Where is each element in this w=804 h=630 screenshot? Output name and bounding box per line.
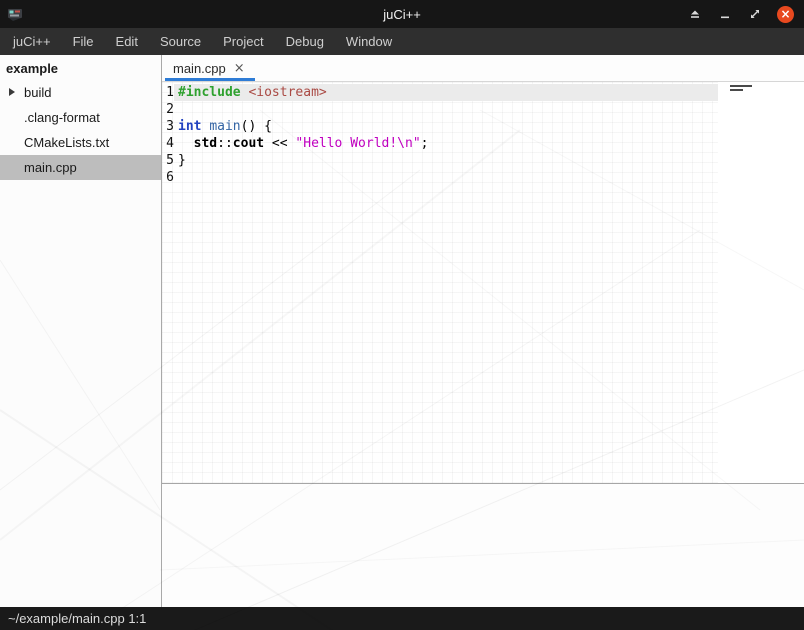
minimap-line (730, 85, 752, 87)
code-text: std::cout << "Hello World!\n"; (174, 135, 718, 152)
line-number: 3 (162, 118, 174, 135)
tree-items: build .clang-format CMakeLists.txt main.cpp (0, 80, 161, 180)
tree-item-label: main.cpp (24, 160, 77, 175)
menu-item-file[interactable]: File (62, 29, 105, 54)
tree-item-build[interactable]: build (0, 80, 161, 105)
tab-close-icon[interactable]: × (234, 62, 245, 75)
code-text (174, 101, 718, 118)
close-icon: × (780, 8, 790, 20)
line-number: 6 (162, 169, 174, 186)
code-editor[interactable]: 1#include <iostream>23int main() {4 std:… (162, 82, 804, 483)
line-number: 1 (162, 84, 174, 101)
tree-item-clang-format[interactable]: .clang-format (0, 105, 161, 130)
minimap[interactable] (730, 85, 752, 91)
status-file-position: ~/example/main.cpp 1:1 (8, 611, 146, 626)
menu-item-window[interactable]: Window (335, 29, 403, 54)
app-icon (7, 6, 25, 22)
editor-column: main.cpp × 1#include <iostream>23int main… (162, 55, 804, 607)
code-line[interactable]: 3int main() { (162, 118, 718, 135)
content-area: example build .clang-format CMakeLists.txt… (0, 55, 804, 607)
menu-item-juci[interactable]: juCi++ (2, 29, 62, 54)
tree-root-folder[interactable]: example (0, 55, 161, 80)
minimap-line (730, 89, 743, 91)
tab-bar: main.cpp × (162, 55, 804, 82)
code-text: #include <iostream> (174, 84, 718, 101)
window-controls: × (687, 6, 804, 23)
tree-item-label: .clang-format (24, 110, 100, 125)
code-line[interactable]: 1#include <iostream> (162, 84, 718, 101)
code-line[interactable]: 6 (162, 169, 718, 186)
code-line[interactable]: 4 std::cout << "Hello World!\n"; (162, 135, 718, 152)
minimize-button[interactable] (717, 6, 733, 22)
file-tree: example build .clang-format CMakeLists.txt… (0, 55, 162, 607)
tree-item-main-cpp[interactable]: main.cpp (0, 155, 161, 180)
restore-button[interactable] (747, 6, 763, 22)
tab-label: main.cpp (173, 61, 226, 76)
menubar: juCi++FileEditSourceProjectDebugWindow (0, 28, 804, 55)
code-lines: 1#include <iostream>23int main() {4 std:… (162, 82, 718, 483)
tree-item-label: build (24, 85, 51, 100)
line-number: 5 (162, 152, 174, 169)
line-number: 4 (162, 135, 174, 152)
tab-main-cpp[interactable]: main.cpp × (165, 55, 255, 81)
code-text (174, 169, 718, 186)
terminal-panel[interactable] (162, 484, 804, 607)
menu-item-debug[interactable]: Debug (275, 29, 335, 54)
line-number: 2 (162, 101, 174, 118)
tree-item-label: CMakeLists.txt (24, 135, 109, 150)
code-line[interactable]: 2 (162, 101, 718, 118)
close-button[interactable]: × (777, 6, 794, 23)
code-text: int main() { (174, 118, 718, 135)
menu-item-edit[interactable]: Edit (105, 29, 149, 54)
status-bar: ~/example/main.cpp 1:1 (0, 607, 804, 630)
window-title: juCi++ (0, 7, 804, 22)
code-line[interactable]: 5} (162, 152, 718, 169)
expander-triangle-icon[interactable] (9, 88, 15, 96)
tree-item-cmakelists-txt[interactable]: CMakeLists.txt (0, 130, 161, 155)
app-window: juCi++ × juCi (0, 0, 804, 630)
menu-item-source[interactable]: Source (149, 29, 212, 54)
eject-button[interactable] (687, 6, 703, 22)
menu-item-project[interactable]: Project (212, 29, 274, 54)
titlebar: juCi++ × (0, 0, 804, 28)
code-text: } (174, 152, 718, 169)
